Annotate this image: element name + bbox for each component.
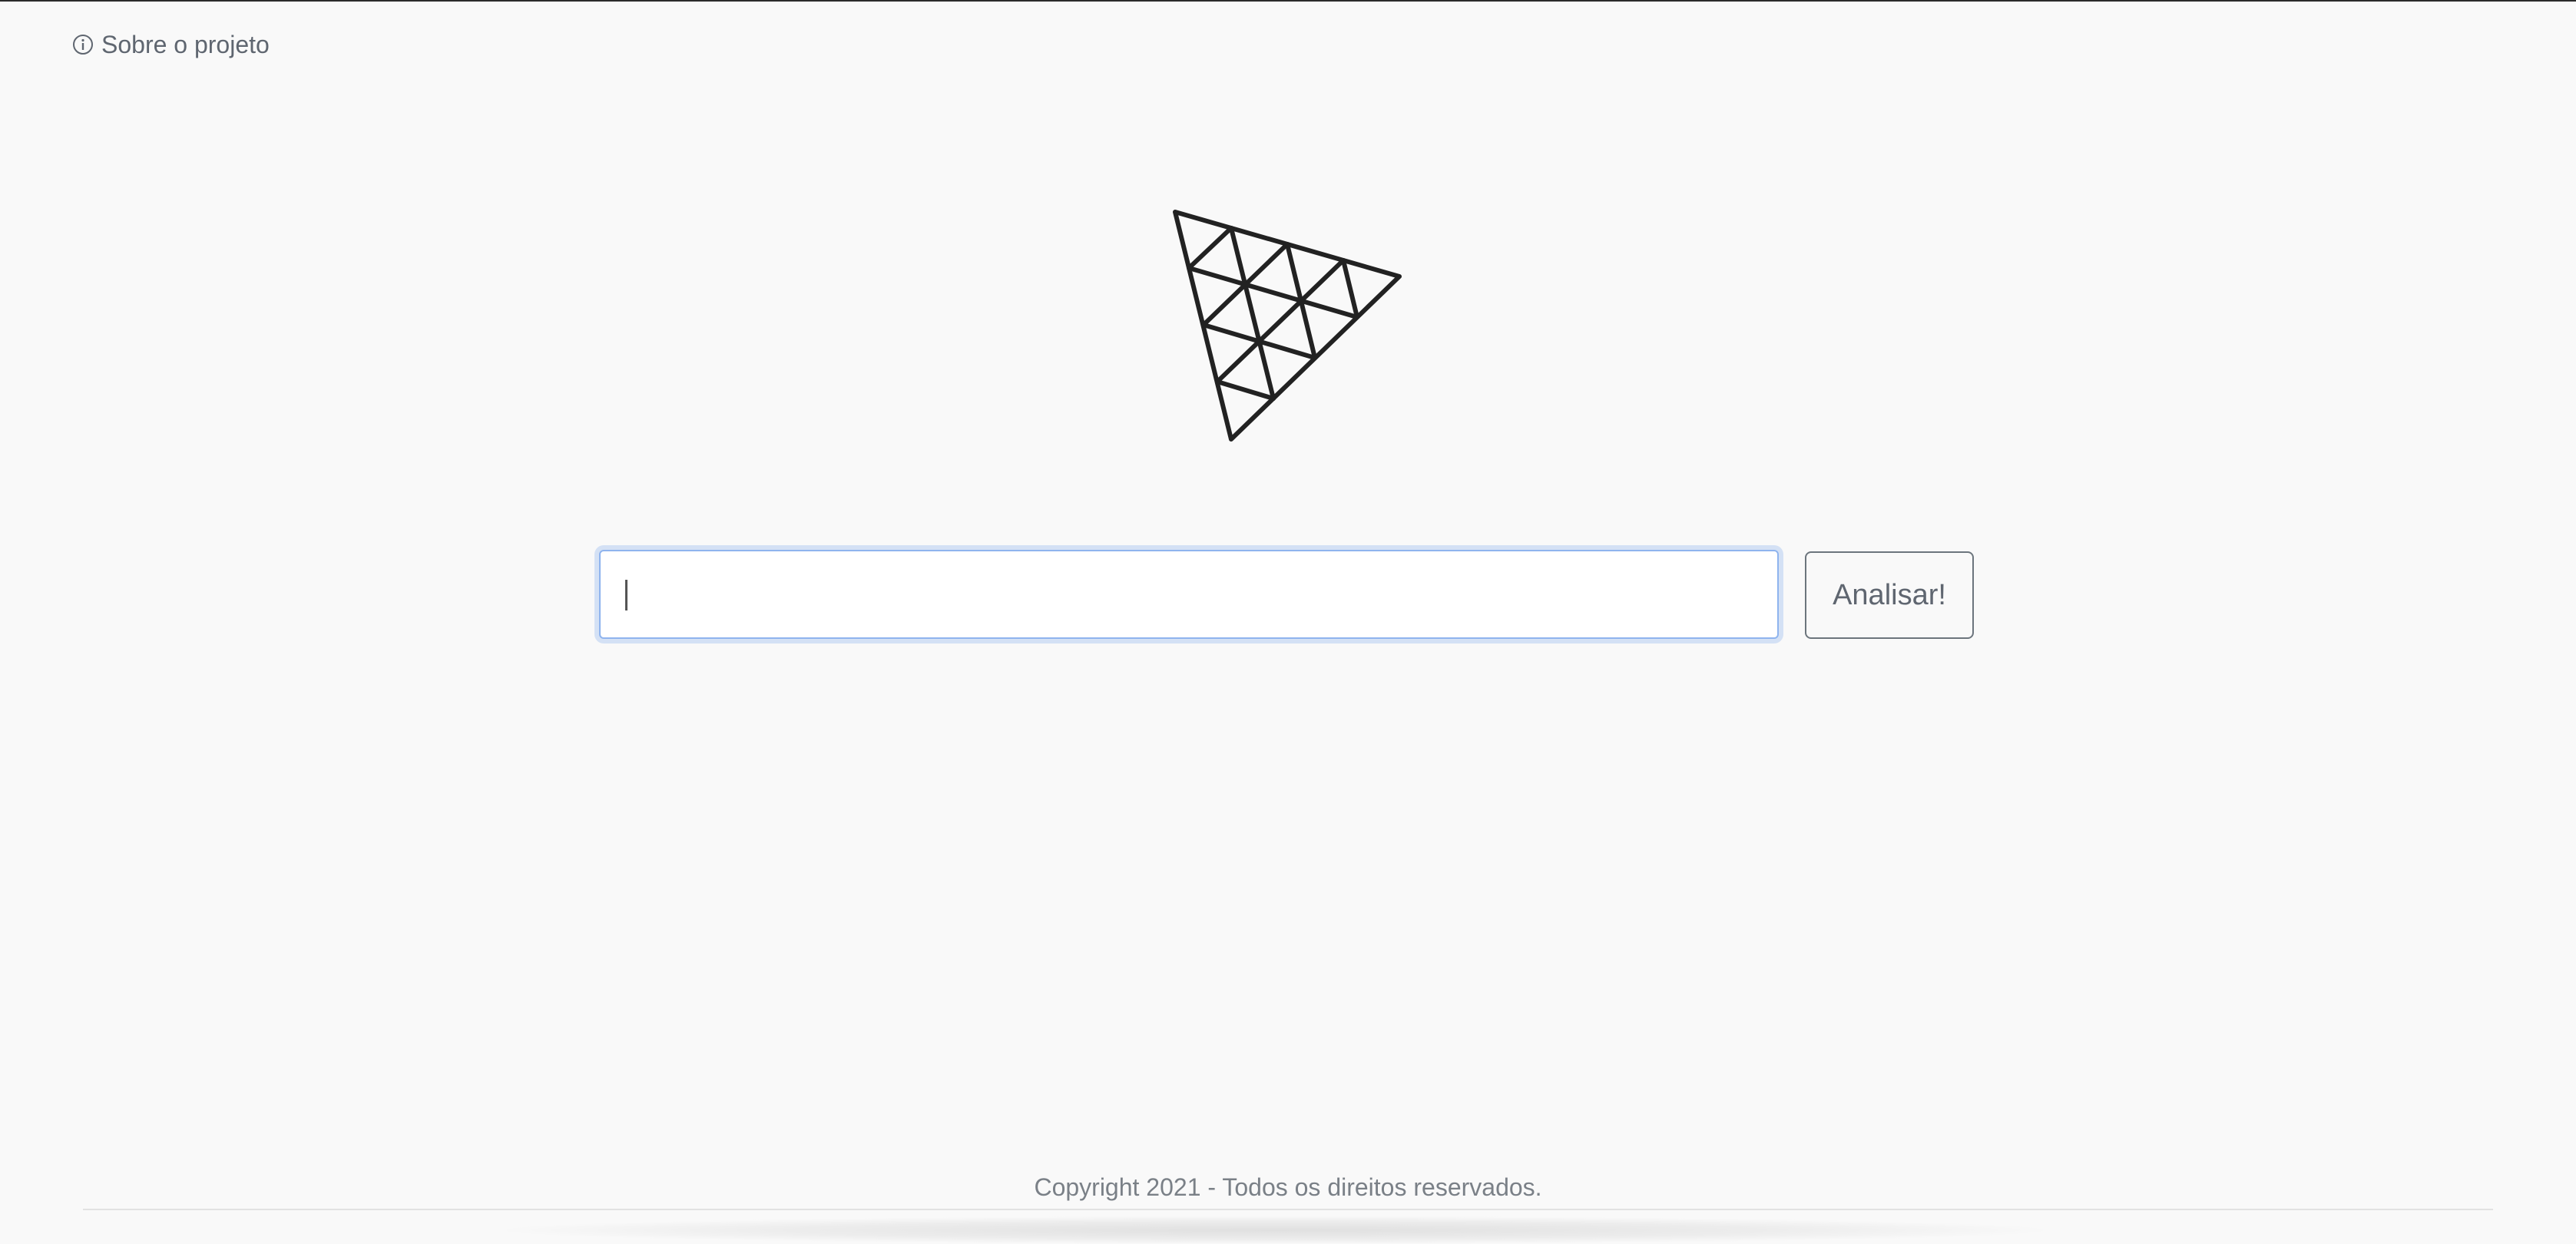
text-cursor <box>625 580 627 610</box>
info-circle-icon <box>72 34 94 55</box>
triangle-grid-logo-icon <box>1167 206 1410 445</box>
footer-divider <box>83 1209 2493 1210</box>
window-top-border <box>0 0 2576 2</box>
footer-copyright: Copyright 2021 - Todos os direitos reser… <box>1034 1173 1542 1201</box>
bottom-shadow <box>507 1216 2043 1244</box>
search-input[interactable] <box>599 550 1779 639</box>
about-project-link[interactable]: Sobre o projeto <box>72 28 270 61</box>
analyze-button[interactable]: Analisar! <box>1805 551 1974 639</box>
about-project-label: Sobre o projeto <box>101 30 270 58</box>
